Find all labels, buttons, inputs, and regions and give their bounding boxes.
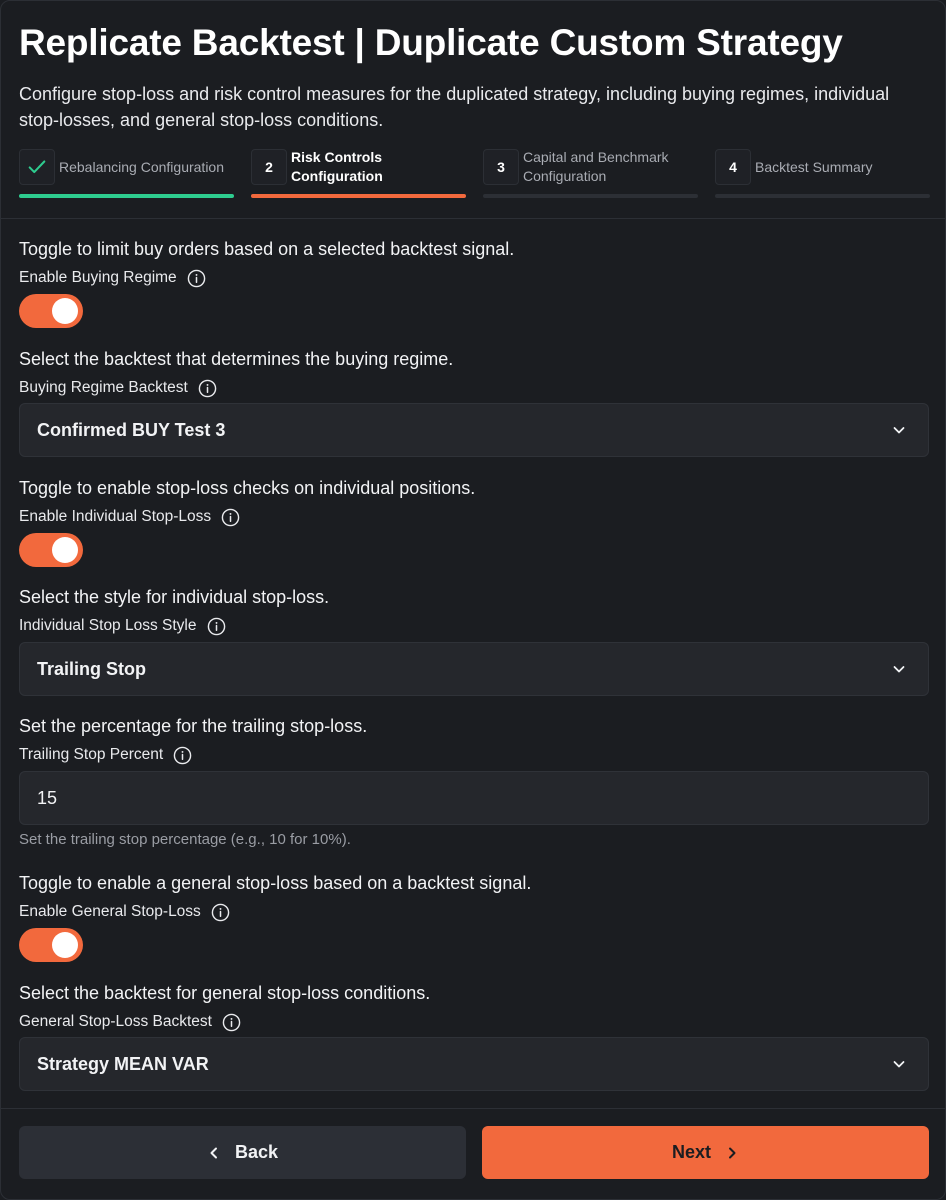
individual-stop-loss-style-description: Select the style for individual stop-los… <box>19 587 330 607</box>
info-icon[interactable] <box>222 1013 241 1032</box>
step-label: Capital and Benchmark Configuration <box>523 149 669 184</box>
step-risk-controls[interactable]: 2 Risk Controls Configuration <box>251 147 466 199</box>
trailing-stop-percent-input[interactable]: 15 <box>19 771 929 825</box>
check-icon <box>28 160 46 174</box>
buying-regime-backtest-label: Buying Regime Backtest <box>19 378 217 398</box>
general-stop-loss-backtest-select[interactable]: Strategy MEAN VAR <box>19 1037 929 1091</box>
buying-regime-description: Toggle to limit buy orders based on a se… <box>19 239 515 259</box>
buying-regime-toggle[interactable] <box>19 294 83 328</box>
next-button-label: Next <box>671 1142 711 1162</box>
info-icon[interactable] <box>221 508 240 527</box>
input-value: 15 <box>37 787 58 808</box>
toggle-knob <box>52 298 78 324</box>
field-label-text: Trailing Stop Percent <box>19 746 164 763</box>
chevron-down-icon <box>893 427 905 434</box>
step-badge: 2 <box>251 149 287 185</box>
back-button[interactable]: Back <box>19 1126 466 1179</box>
individual-stop-loss-toggle[interactable] <box>19 533 83 567</box>
step-progress-bar <box>19 194 234 198</box>
step-progress-bar <box>251 194 466 198</box>
individual-stop-loss-style-label: Individual Stop Loss Style <box>19 616 226 636</box>
general-stop-loss-toggle[interactable] <box>19 928 83 962</box>
step-capital-benchmark[interactable]: 3 Capital and Benchmark Configuration <box>483 147 698 199</box>
step-badge: 3 <box>483 149 519 185</box>
header-divider <box>1 218 946 219</box>
info-icon[interactable] <box>211 903 230 922</box>
step-badge: 4 <box>715 149 751 185</box>
step-rebalancing[interactable]: Rebalancing Configuration <box>19 147 234 199</box>
step-progress-bar <box>715 194 930 198</box>
buying-regime-backtest-description: Select the backtest that determines the … <box>19 349 454 369</box>
footer-divider <box>1 1108 946 1109</box>
individual-stop-loss-description: Toggle to enable stop-loss checks on ind… <box>19 478 476 498</box>
step-label: Backtest Summary <box>755 158 873 175</box>
info-icon[interactable] <box>198 379 217 398</box>
next-button[interactable]: Next <box>482 1126 929 1179</box>
general-stop-loss-backtest-description: Select the backtest for general stop-los… <box>19 983 431 1003</box>
field-label-text: Enable Individual Stop-Loss <box>19 508 212 525</box>
toggle-knob <box>52 537 78 563</box>
field-label-text: Enable Buying Regime <box>19 269 177 286</box>
buying-regime-label: Enable Buying Regime <box>19 268 206 288</box>
trailing-stop-percent-description: Set the percentage for the trailing stop… <box>19 716 368 736</box>
back-button-label: Back <box>234 1142 279 1162</box>
step-backtest-summary[interactable]: 4 Backtest Summary <box>715 147 930 199</box>
dialog: Replicate Backtest | Duplicate Custom St… <box>0 0 946 1200</box>
page-title: Replicate Backtest | Duplicate Custom St… <box>19 22 843 63</box>
step-badge <box>19 149 55 185</box>
general-stop-loss-backtest-label: General Stop-Loss Backtest <box>19 1012 241 1032</box>
field-label-text: General Stop-Loss Backtest <box>19 1013 212 1030</box>
step-label: Risk Controls Configuration <box>291 149 383 184</box>
step-progress-bar <box>483 194 698 198</box>
field-label-text: Buying Regime Backtest <box>19 379 188 396</box>
individual-stop-loss-style-select[interactable]: Trailing Stop <box>19 642 929 696</box>
info-icon[interactable] <box>187 269 206 288</box>
field-label-text: Individual Stop Loss Style <box>19 617 197 634</box>
chevron-left-icon <box>207 1146 221 1160</box>
chevron-down-icon <box>893 1061 905 1068</box>
step-label: Rebalancing Configuration <box>59 158 224 175</box>
chevron-down-icon <box>893 666 905 673</box>
individual-stop-loss-label: Enable Individual Stop-Loss <box>19 507 240 527</box>
general-stop-loss-description: Toggle to enable a general stop-loss bas… <box>19 873 532 893</box>
chevron-right-icon <box>725 1146 739 1160</box>
toggle-knob <box>52 932 78 958</box>
info-icon[interactable] <box>173 746 192 765</box>
trailing-stop-helper-text: Set the trailing stop percentage (e.g., … <box>19 831 351 848</box>
select-value: Confirmed BUY Test 3 <box>37 419 226 440</box>
page-subtitle: Configure stop-loss and risk control mea… <box>19 84 890 130</box>
info-icon[interactable] <box>207 617 226 636</box>
trailing-stop-percent-label: Trailing Stop Percent <box>19 745 192 765</box>
select-value: Trailing Stop <box>37 658 147 679</box>
buying-regime-backtest-select[interactable]: Confirmed BUY Test 3 <box>19 403 929 457</box>
field-label-text: Enable General Stop-Loss <box>19 903 201 920</box>
select-value: Strategy MEAN VAR <box>37 1053 209 1074</box>
general-stop-loss-label: Enable General Stop-Loss <box>19 902 230 922</box>
